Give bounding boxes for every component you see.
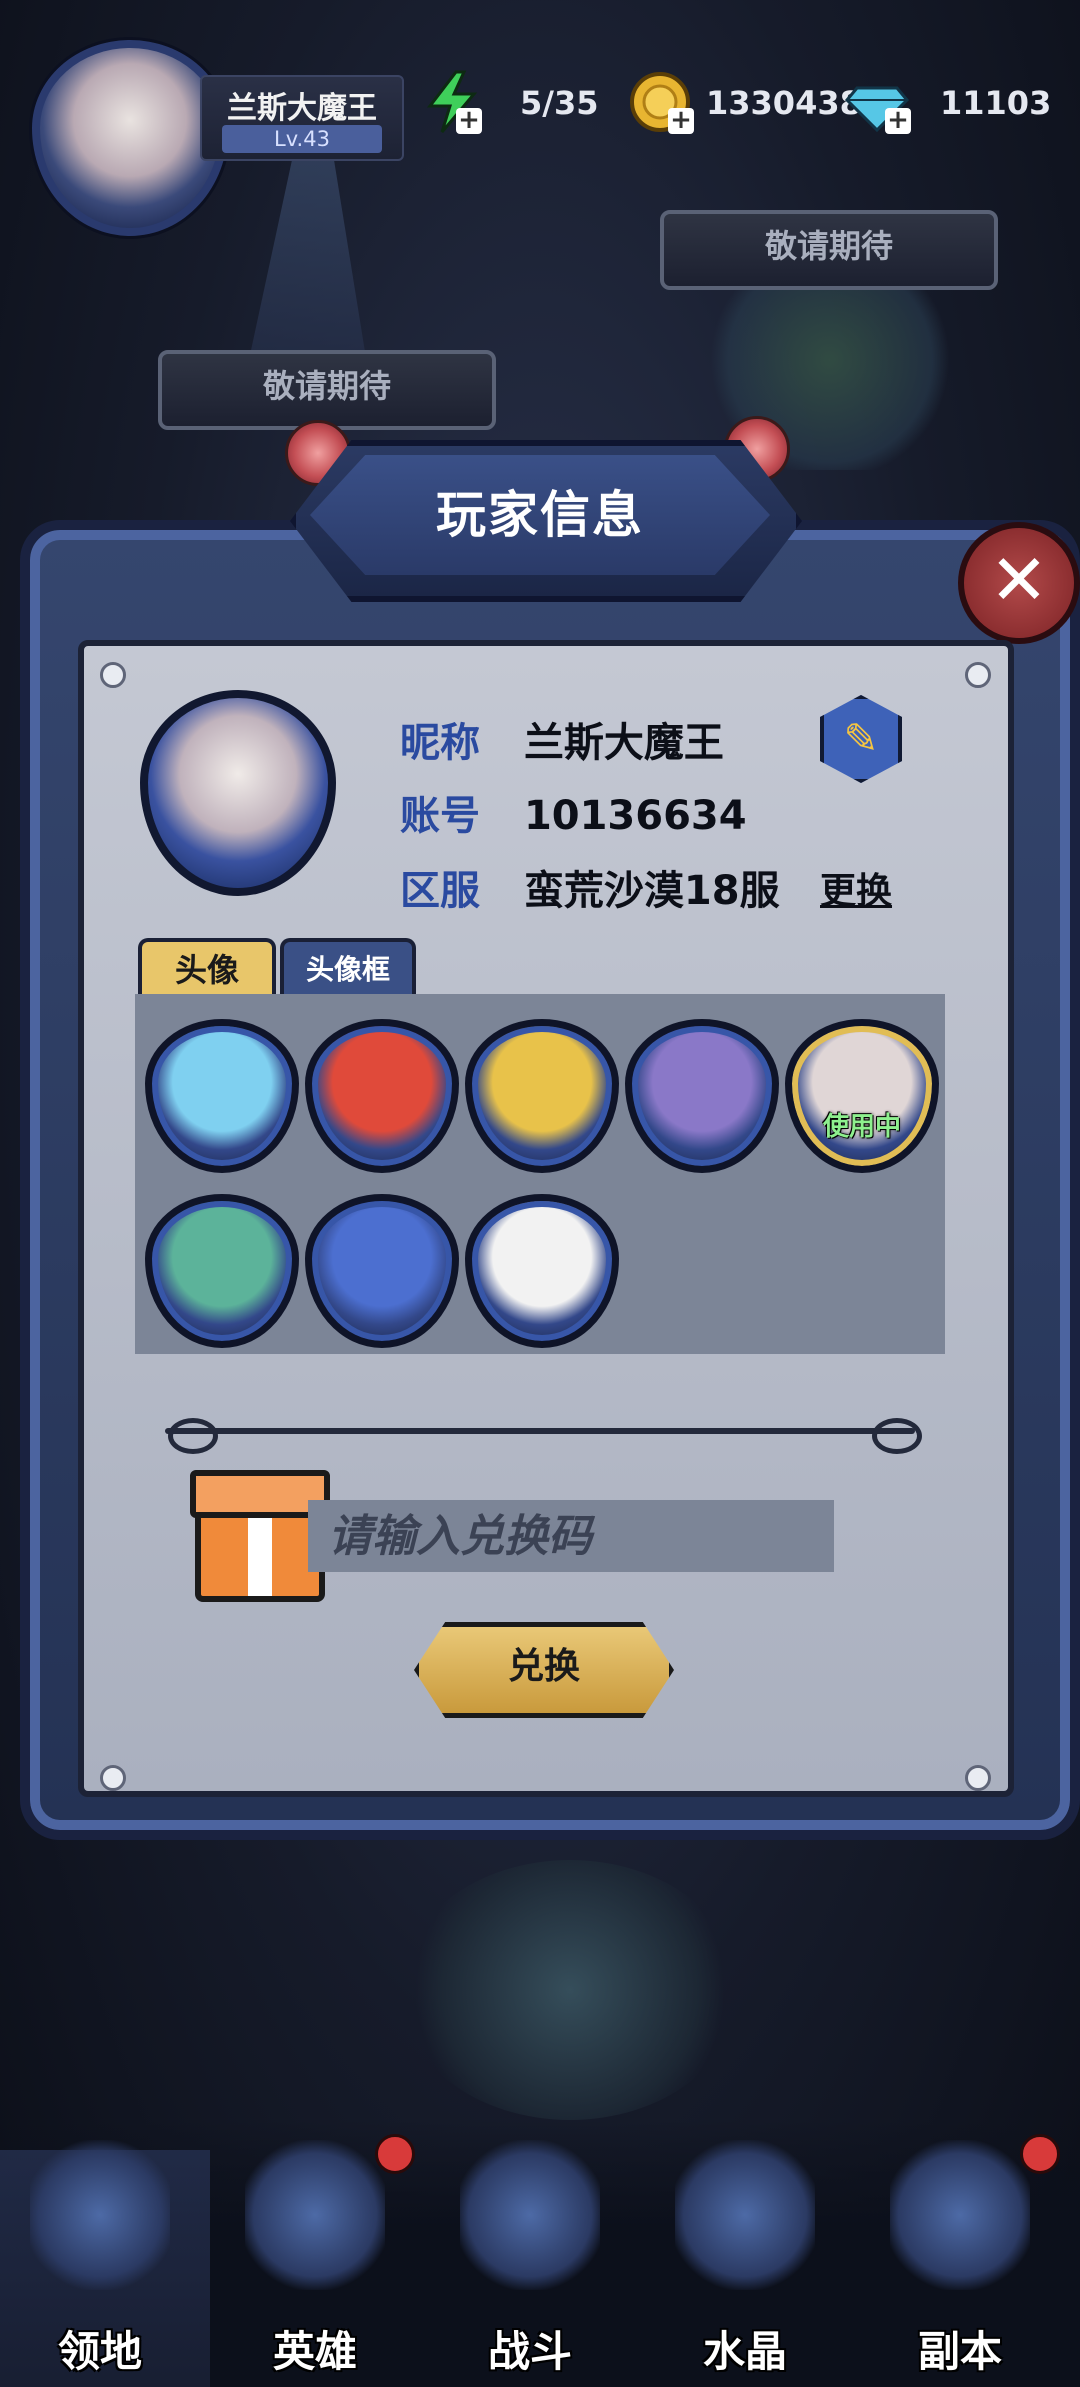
player-level: Lv.43 [222, 125, 382, 153]
avatar-option-panda[interactable] [465, 1194, 619, 1348]
gold-value: 1330438 [706, 84, 862, 122]
nav-battle-label: 战斗 [487, 2327, 572, 2376]
nickname-label: 昵称 [400, 720, 480, 766]
gem-value: 11103 [940, 84, 1052, 122]
pin-top-right [965, 662, 991, 688]
divider-scroll-right [872, 1418, 922, 1454]
top-hud: 兰斯大魔王 Lv.43 + 5/35 + 1330438 + 11103 [0, 0, 1080, 236]
avatar-grid: 使用中 [135, 994, 945, 1354]
avatar-option-vampire-queen[interactable]: 使用中 [785, 1019, 939, 1173]
redeem-button[interactable]: 兑换 [414, 1622, 674, 1718]
account-value: 10136634 [523, 793, 747, 839]
account-row: 账号 10136634 [400, 783, 747, 841]
nav-heroes-label: 英雄 [272, 2327, 357, 2376]
section-divider [165, 1428, 915, 1434]
nav-crystal-label: 水晶 [702, 2327, 787, 2376]
server-value: 蛮荒沙漠18服 [523, 868, 780, 914]
add-gold-icon[interactable]: + [668, 107, 694, 134]
server-label: 区服 [400, 868, 480, 914]
server-row: 区服 蛮荒沙漠18服 [400, 858, 780, 916]
crystal-icon [675, 2140, 815, 2290]
energy-counter[interactable]: + 5/35 [420, 70, 600, 140]
sword-icon [460, 2140, 600, 2290]
gold-counter[interactable]: + 1330438 [628, 70, 862, 140]
energy-value: 5/35 [520, 84, 599, 122]
pin-bottom-right [965, 1765, 991, 1791]
coming-soon-banner-right: 敬请期待 [660, 210, 998, 290]
avatar-option-diver-robot[interactable] [145, 1019, 299, 1173]
coming-soon-banner-left: 敬请期待 [158, 350, 496, 430]
castle-icon [30, 2140, 170, 2290]
avatar-option-red-bomb[interactable] [305, 1019, 459, 1173]
nickname-row: 昵称 兰斯大魔王 [400, 710, 724, 768]
modal-title: 玩家信息 [436, 486, 644, 544]
background-fountain [400, 1860, 740, 2120]
close-button[interactable]: ✕ [958, 522, 1080, 644]
tab-avatar[interactable]: 头像 [138, 938, 276, 998]
notification-dot [1020, 2134, 1060, 2174]
avatar-option-knight[interactable] [465, 1019, 619, 1173]
player-name: 兰斯大魔王 [227, 91, 377, 126]
tab-avatar-frame[interactable]: 头像框 [280, 938, 416, 998]
player-name-box: 兰斯大魔王 Lv.43 [200, 75, 404, 161]
pin-bottom-left [100, 1765, 126, 1791]
change-server-link[interactable]: 更换 [820, 862, 892, 914]
avatar-option-medusa[interactable] [145, 1194, 299, 1348]
portal-icon [890, 2140, 1030, 2290]
in-use-badge: 使用中 [822, 1112, 901, 1142]
redeem-code-input[interactable] [308, 1500, 834, 1572]
nav-heroes[interactable]: 英雄 [215, 2134, 415, 2380]
nickname-value: 兰斯大魔王 [523, 720, 724, 766]
hero-hat-icon [245, 2140, 385, 2290]
pin-top-left [100, 662, 126, 688]
add-gems-icon[interactable]: + [885, 107, 911, 134]
divider-scroll-left [168, 1418, 218, 1454]
nav-dungeon-label: 副本 [917, 2327, 1002, 2376]
nav-territory-label: 领地 [57, 2327, 142, 2376]
account-label: 账号 [400, 793, 480, 839]
nav-crystal[interactable]: 水晶 [645, 2140, 845, 2380]
avatar-option-blue-dragon[interactable] [305, 1194, 459, 1348]
player-avatar[interactable] [32, 40, 228, 236]
gem-counter[interactable]: + 11103 [845, 70, 1065, 140]
notification-dot [375, 2134, 415, 2174]
close-icon: ✕ [989, 539, 1049, 621]
nav-dungeon[interactable]: 副本 [860, 2134, 1060, 2380]
nav-battle[interactable]: 战斗 [430, 2140, 630, 2380]
add-energy-icon[interactable]: + [456, 107, 482, 134]
nav-territory[interactable]: 领地 [0, 2140, 200, 2380]
avatar-option-mummy-nun[interactable] [625, 1019, 779, 1173]
